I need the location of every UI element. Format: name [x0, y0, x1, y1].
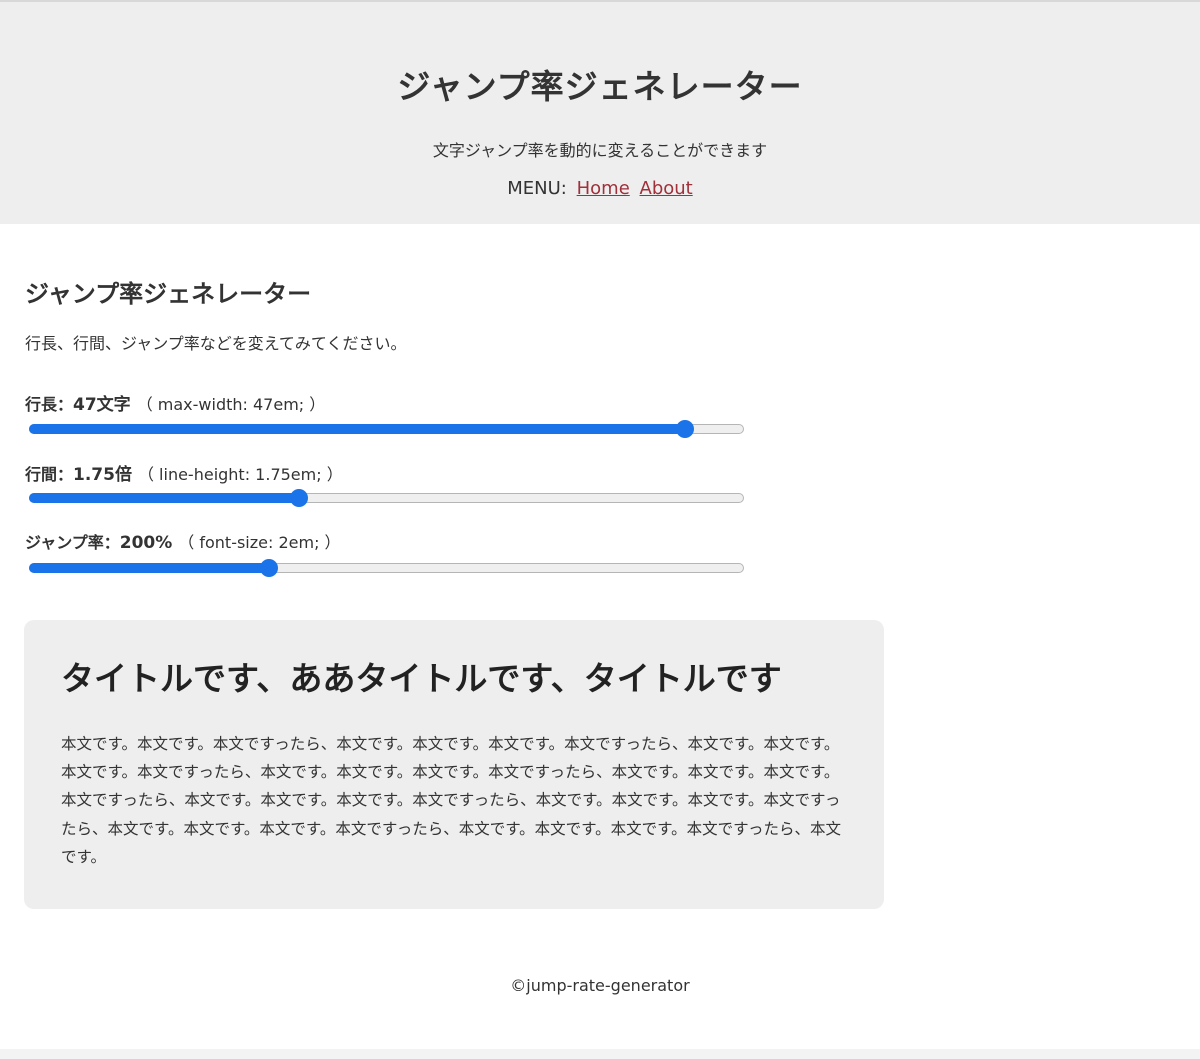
jump-rate-label: ジャンプ率：200% （ font-size: 2em; ） — [25, 529, 341, 553]
jump-rate-css: （ font-size: 2em; ） — [178, 533, 341, 552]
slider-fill — [29, 563, 270, 573]
line-length-css: （ max-width: 47em; ） — [136, 395, 326, 414]
slider-fill — [29, 424, 685, 434]
preview-box: タイトルです、ああタイトルです、タイトルです 本文です。本文です。本文ですったら… — [24, 620, 884, 909]
menu-link-about[interactable]: About — [640, 178, 693, 199]
jump-rate-value: 200% — [119, 533, 173, 553]
jump-rate-label-text: ジャンプ率： — [25, 533, 120, 552]
menu-label: MENU: — [507, 178, 567, 199]
line-height-label: 行間：1.75倍 （ line-height: 1.75em; ） — [25, 460, 343, 485]
slider-thumb[interactable] — [260, 559, 279, 577]
line-height-slider[interactable] — [29, 489, 744, 507]
line-length-label: 行長：47文字 （ max-width: 47em; ） — [25, 390, 325, 415]
line-length-slider[interactable] — [29, 420, 744, 438]
line-height-css: （ line-height: 1.75em; ） — [137, 465, 343, 484]
line-height-value: 1.75倍 — [73, 465, 132, 485]
site-title: ジャンプ率ジェネレーター — [397, 67, 803, 106]
menu-link-home[interactable]: Home — [577, 178, 630, 199]
main-menu: MENU: Home About — [0, 178, 1200, 199]
preview-title: タイトルです、ああタイトルです、タイトルです — [61, 659, 782, 698]
jump-rate-slider[interactable] — [29, 559, 744, 577]
site-description: 文字ジャンプ率を動的に変えることができます — [432, 141, 768, 160]
line-length-value: 47文字 — [73, 395, 131, 415]
page-intro: 行長、行間、ジャンプ率などを変えてみてください。 — [25, 334, 407, 353]
footer-copyright: ©jump-rate-generator — [510, 976, 690, 995]
slider-thumb[interactable] — [289, 489, 308, 507]
bottom-band — [0, 1049, 1200, 1059]
main-content: ジャンプ率ジェネレーター 行長、行間、ジャンプ率などを変えてみてください。 行長… — [0, 224, 1200, 1059]
preview-body: 本文です。本文です。本文ですったら、本文です。本文です。本文です。本文ですったら… — [61, 735, 841, 866]
line-height-label-text: 行間： — [25, 465, 74, 484]
page-heading: ジャンプ率ジェネレーター — [25, 280, 312, 308]
slider-thumb[interactable] — [675, 420, 694, 438]
slider-fill — [29, 493, 299, 503]
site-header: ジャンプ率ジェネレーター 文字ジャンプ率を動的に変えることができます MENU:… — [0, 2, 1200, 224]
line-length-label-text: 行長： — [25, 395, 74, 414]
